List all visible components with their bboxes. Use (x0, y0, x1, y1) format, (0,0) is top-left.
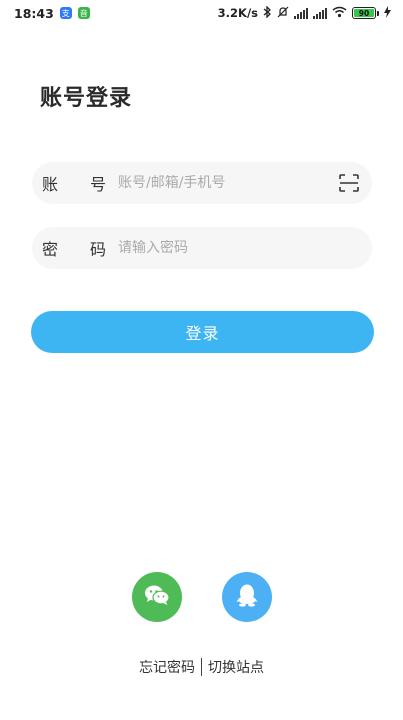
switch-site-link[interactable]: 切换站点 (202, 657, 270, 677)
battery-level: 90 (354, 9, 374, 18)
account-input[interactable] (118, 175, 338, 191)
qq-login-button[interactable] (222, 572, 272, 622)
status-bar: 18:43 支 音 3.2K/s 90 (0, 0, 403, 26)
password-input[interactable] (118, 240, 372, 256)
signal-icon-2 (313, 7, 327, 19)
wechat-icon (144, 584, 170, 610)
forgot-password-link[interactable]: 忘记密码 (133, 657, 201, 677)
login-button[interactable]: 登录 (31, 311, 374, 353)
charging-icon (384, 5, 391, 21)
battery-icon: 90 (352, 7, 379, 19)
signal-icon-1 (294, 7, 308, 19)
password-field: 密 码 (32, 227, 372, 269)
account-label-char-2: 号 (89, 175, 106, 194)
password-label-char-2: 码 (89, 240, 106, 259)
account-label-char-1: 账 (42, 175, 59, 194)
account-field: 账 号 (32, 162, 372, 204)
footer-links: 忘记密码 切换站点 (0, 657, 403, 677)
app-notification-icon: 音 (77, 7, 90, 19)
password-label: 密 码 (32, 236, 118, 260)
status-time: 18:43 (14, 5, 54, 21)
wifi-icon (332, 6, 347, 21)
bluetooth-icon (263, 4, 272, 21)
status-left: 18:43 支 音 (14, 6, 90, 21)
scan-icon[interactable] (338, 172, 360, 194)
wechat-login-button[interactable] (132, 572, 182, 622)
page-title: 账号登录 (40, 86, 133, 111)
qq-icon (236, 583, 258, 611)
mute-icon (277, 6, 289, 21)
password-label-char-1: 密 (42, 240, 59, 259)
alipay-notification-icon: 支 (59, 7, 72, 19)
network-speed: 3.2K/s (217, 6, 258, 20)
status-right: 3.2K/s 90 (217, 4, 391, 21)
account-label: 账 号 (32, 171, 118, 195)
